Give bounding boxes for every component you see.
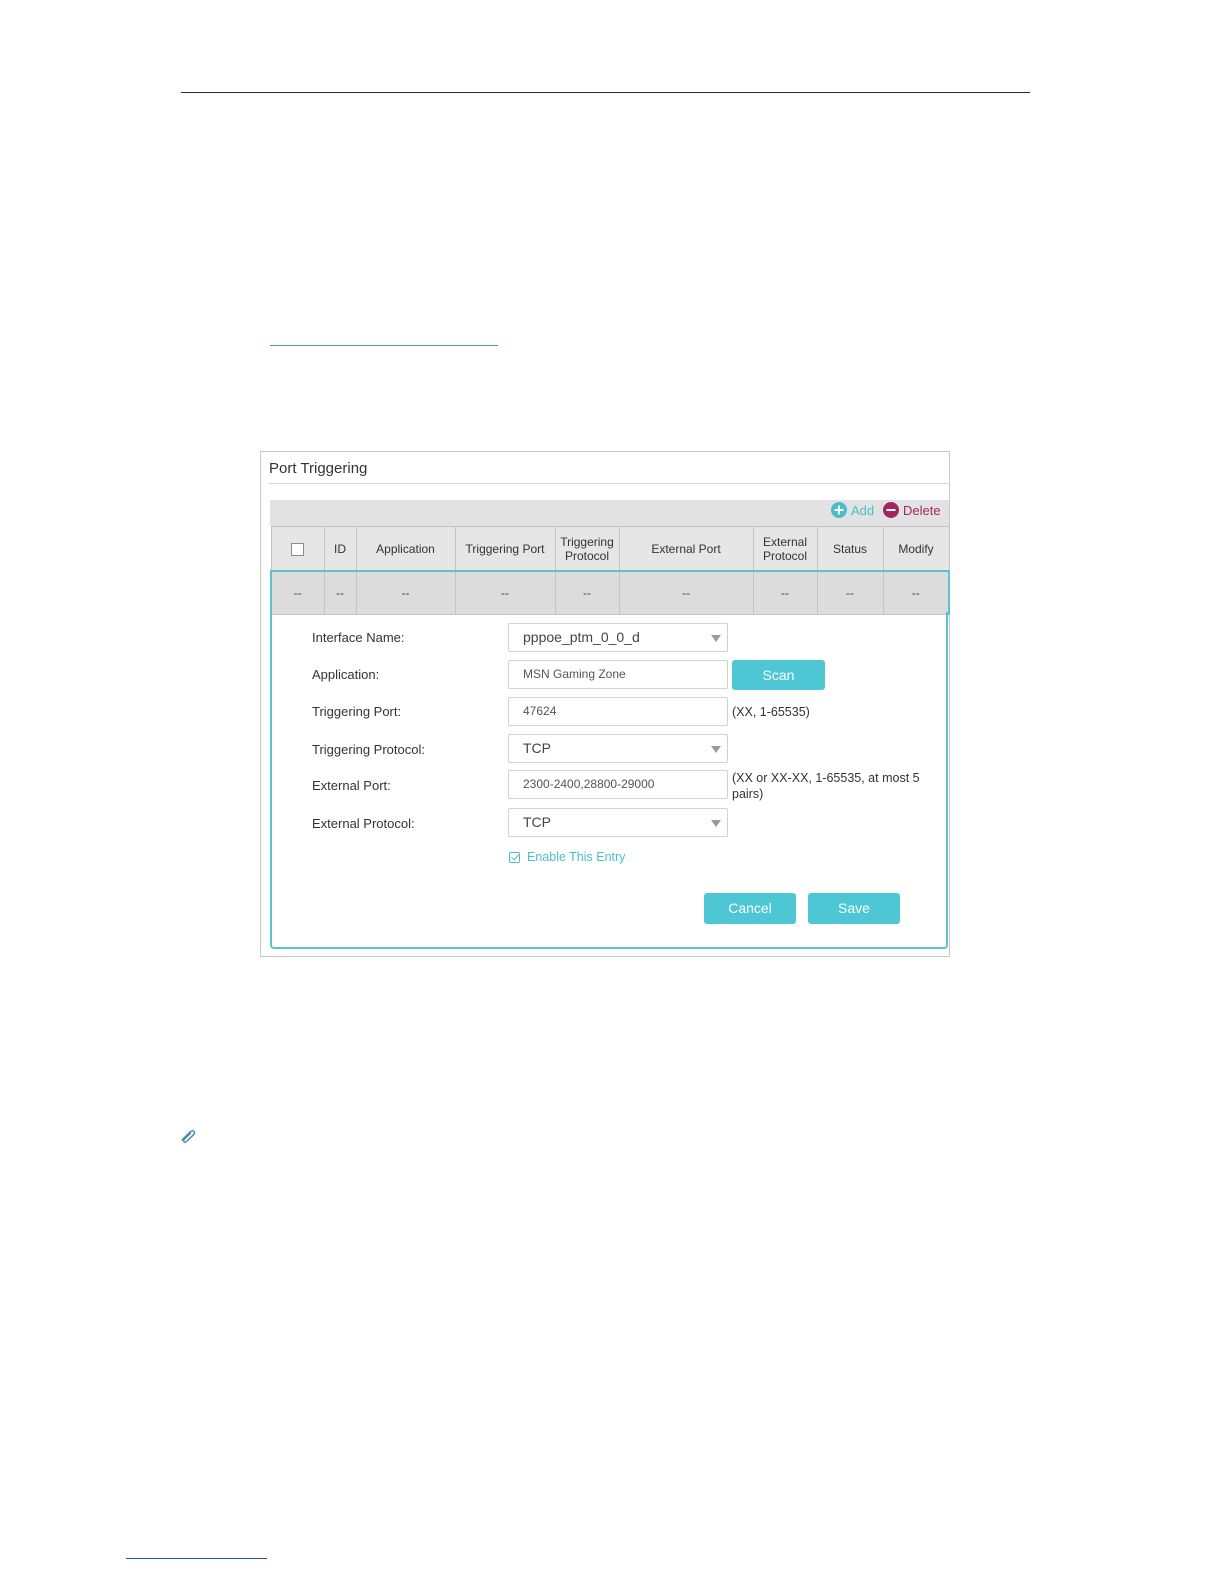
triggering-port-input[interactable]: 47624 — [508, 697, 728, 726]
table-cell: -- — [355, 570, 456, 615]
column-header-modify: Modify — [882, 526, 950, 572]
external-protocol-value: TCP — [523, 814, 551, 830]
table-toolbar: Add Delete — [270, 500, 949, 526]
column-header-external-protocol: External Protocol — [752, 526, 818, 572]
table-cell: -- — [882, 570, 950, 615]
interface-name-value: pppoe_ptm_0_0_d — [523, 629, 640, 645]
chevron-down-icon — [711, 746, 721, 753]
cancel-button[interactable]: Cancel — [704, 893, 796, 924]
interface-name-label: Interface Name: — [312, 630, 405, 645]
triggering-protocol-label: Triggering Protocol: — [312, 742, 425, 757]
table-row: -- -- -- -- -- -- -- -- -- — [270, 570, 950, 615]
port-triggering-table: ID Application Triggering Port Triggerin… — [270, 526, 950, 615]
table-cell: -- — [816, 570, 884, 615]
footnote-link-underline — [126, 1558, 267, 1559]
minus-circle-icon — [883, 502, 899, 518]
table-cell: -- — [618, 570, 754, 615]
external-port-value: 2300-2400,28800-29000 — [523, 777, 655, 791]
select-all-header[interactable] — [270, 526, 325, 572]
application-value: MSN Gaming Zone — [523, 667, 626, 681]
page-header-rule — [181, 92, 1030, 93]
column-header-triggering-port: Triggering Port — [454, 526, 556, 572]
panel-title: Port Triggering — [269, 460, 368, 477]
link-underline — [270, 345, 498, 346]
scan-button[interactable]: Scan — [732, 660, 825, 690]
table-header-row: ID Application Triggering Port Triggerin… — [270, 526, 950, 572]
add-button-label: Add — [851, 502, 875, 518]
enable-entry-checkbox[interactable]: Enable This Entry — [509, 850, 625, 864]
table-cell: -- — [454, 570, 556, 615]
external-protocol-select[interactable]: TCP — [508, 808, 728, 837]
column-header-triggering-protocol: Triggering Protocol — [554, 526, 620, 572]
column-header-external-port: External Port — [618, 526, 754, 572]
table-cell: -- — [323, 570, 357, 615]
table-cell: -- — [554, 570, 620, 615]
external-port-hint: (XX or XX-XX, 1-65535, at most 5 pairs) — [732, 771, 920, 801]
chevron-down-icon — [711, 820, 721, 827]
column-header-status: Status — [816, 526, 884, 572]
port-triggering-panel: Port Triggering Add Delete ID Applicatio… — [260, 451, 950, 957]
application-label: Application: — [312, 667, 380, 682]
chevron-down-icon — [711, 635, 721, 642]
edit-entry-form: Interface Name: pppoe_ptm_0_0_d Applicat… — [270, 612, 948, 949]
select-all-checkbox[interactable] — [291, 542, 304, 556]
external-port-label: External Port: — [312, 778, 391, 793]
triggering-port-value: 47624 — [523, 704, 557, 718]
application-input[interactable]: MSN Gaming Zone — [508, 660, 728, 689]
panel-title-divider — [269, 483, 949, 484]
external-port-input[interactable]: 2300-2400,28800-29000 — [508, 770, 728, 799]
table-cell: -- — [270, 570, 325, 615]
table-cell: -- — [752, 570, 818, 615]
paperclip-icon — [181, 1129, 196, 1143]
checkbox-checked-icon — [509, 851, 520, 863]
column-header-application: Application — [355, 526, 456, 572]
add-button[interactable]: Add — [831, 502, 874, 518]
triggering-port-label: Triggering Port: — [312, 704, 402, 719]
triggering-port-hint: (XX, 1-65535) — [732, 705, 810, 719]
enable-entry-label: Enable This Entry — [527, 850, 626, 864]
column-header-id: ID — [323, 526, 357, 572]
triggering-protocol-select[interactable]: TCP — [508, 734, 728, 763]
interface-name-select[interactable]: pppoe_ptm_0_0_d — [508, 623, 728, 652]
external-protocol-label: External Protocol: — [312, 816, 415, 831]
delete-button[interactable]: Delete — [883, 502, 941, 518]
save-button[interactable]: Save — [808, 893, 900, 924]
plus-circle-icon — [831, 502, 847, 518]
delete-button-label: Delete — [903, 502, 941, 518]
triggering-protocol-value: TCP — [523, 740, 551, 756]
